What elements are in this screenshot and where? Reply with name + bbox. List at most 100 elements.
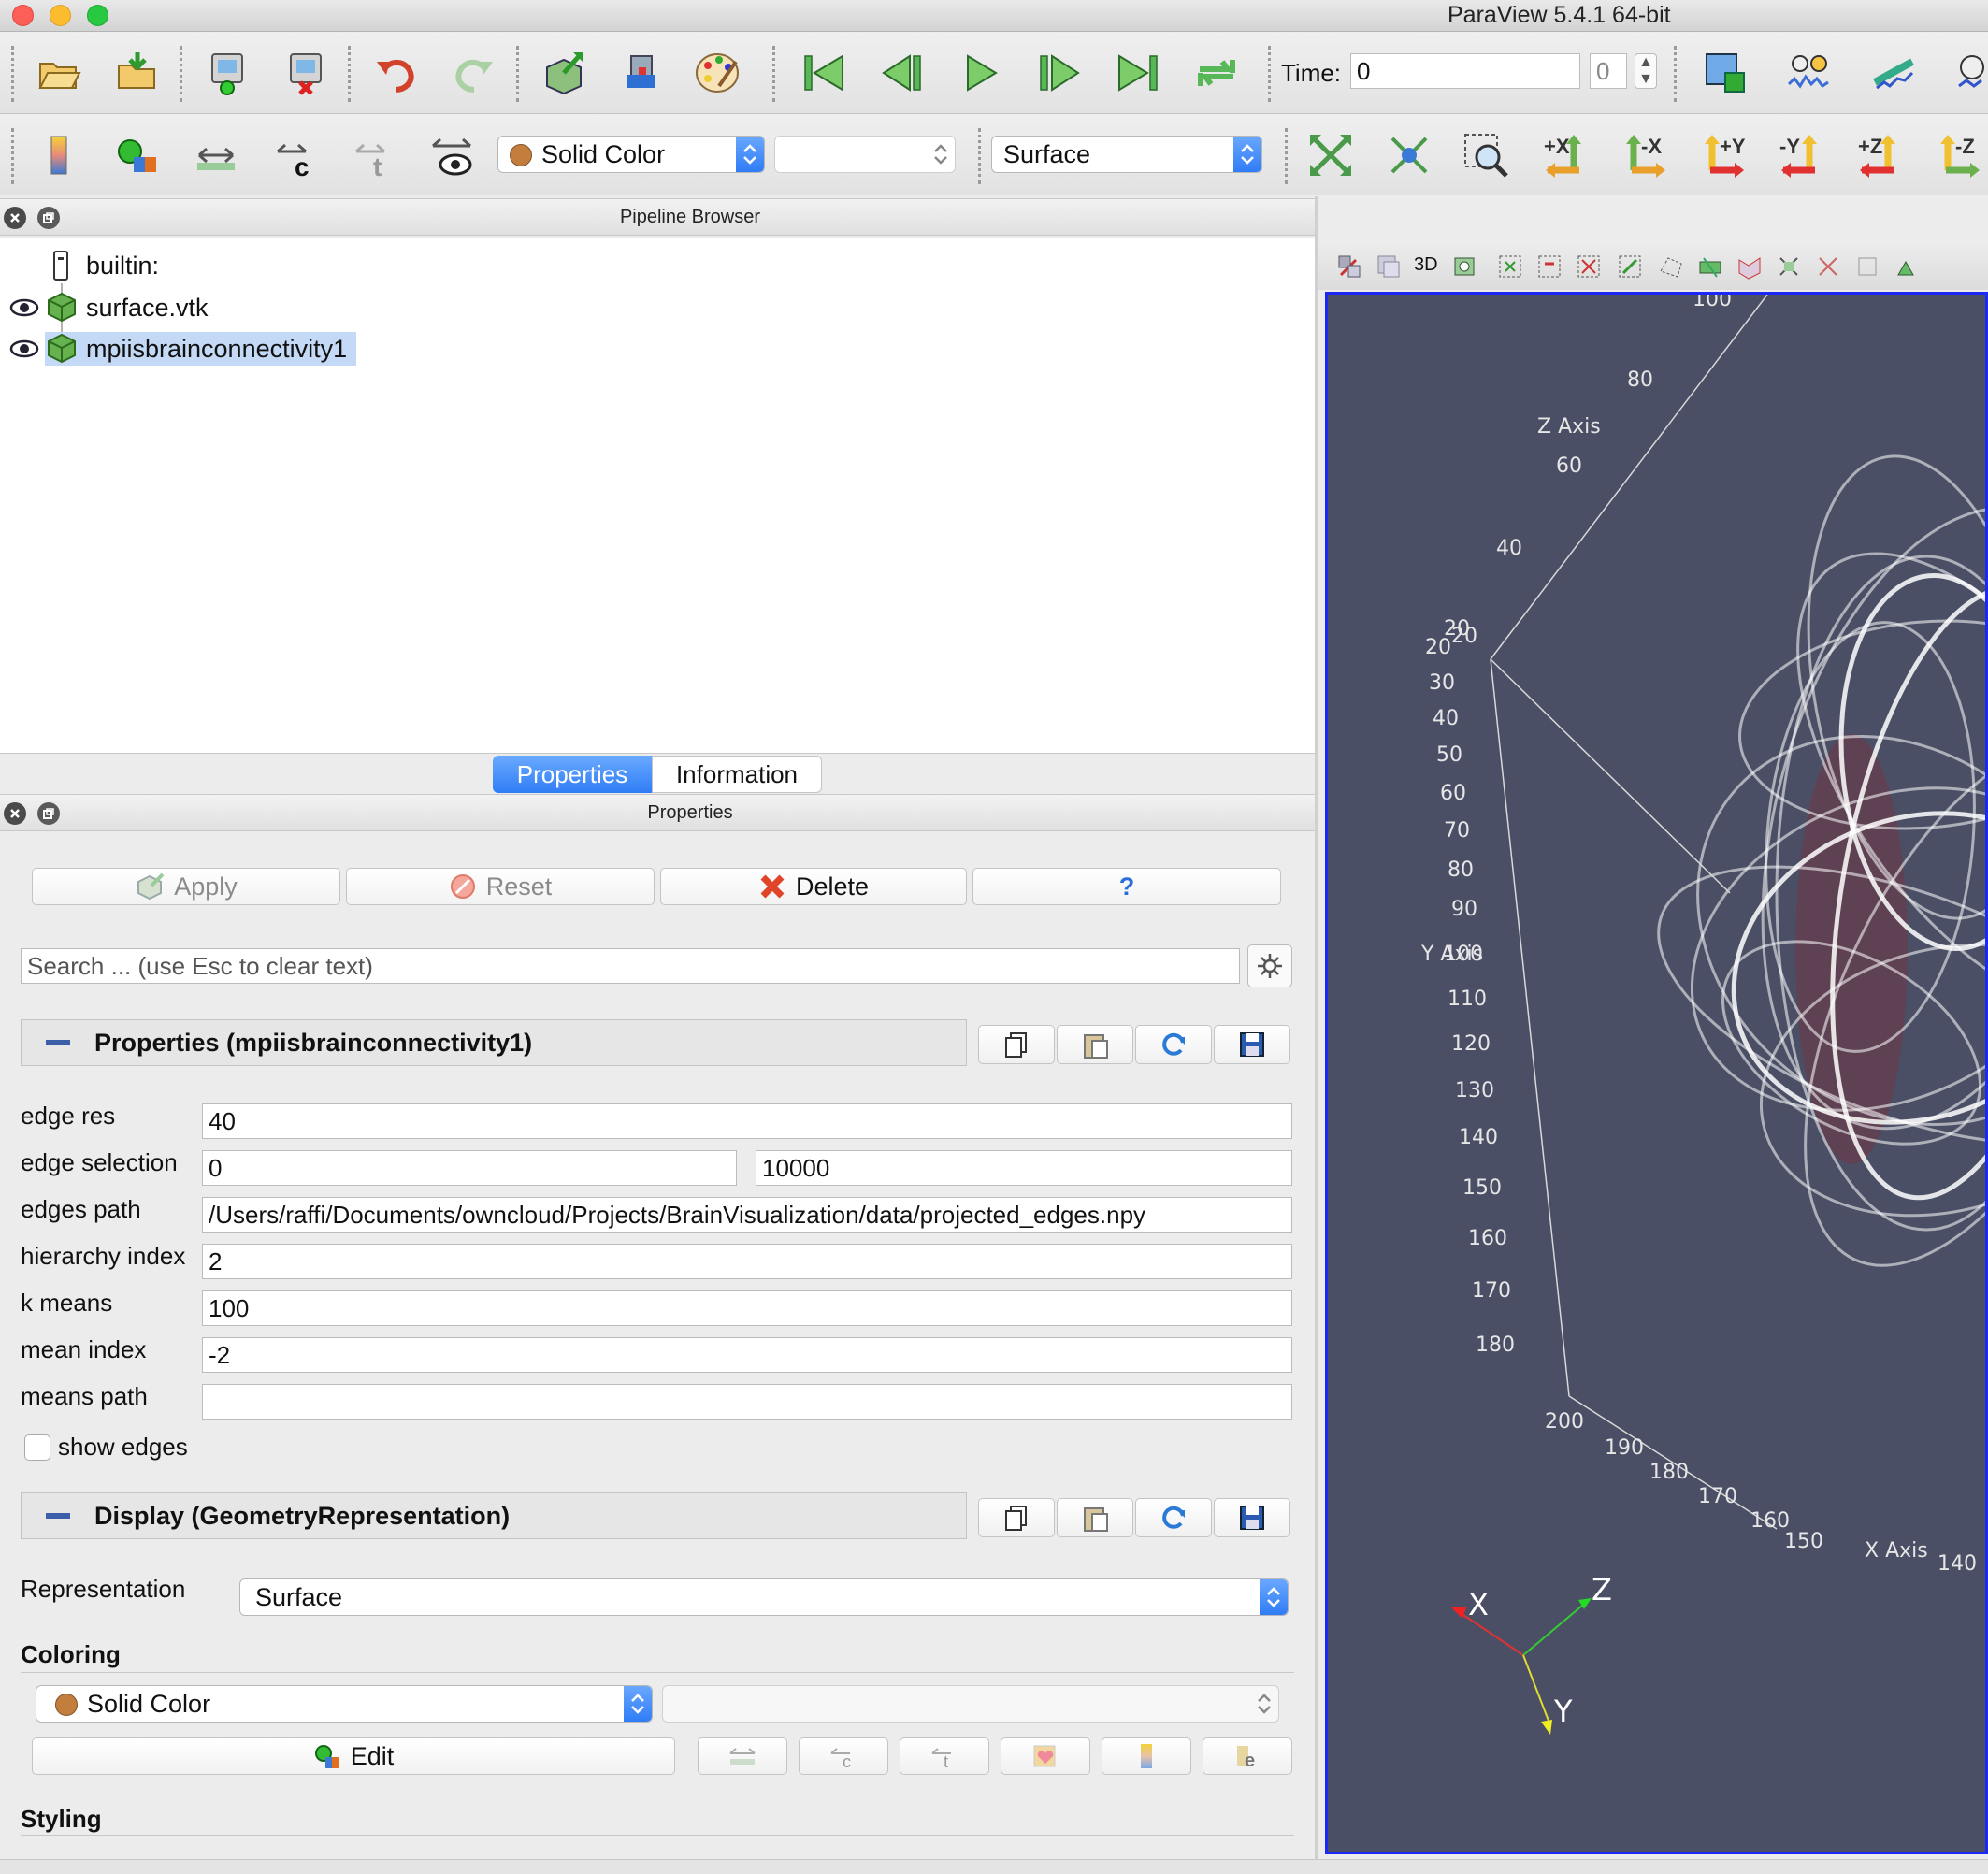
camera-minus-y-icon[interactable]: -Y xyxy=(1775,128,1829,182)
edges-path-field[interactable]: /Users/raffi/Documents/owncloud/Projects… xyxy=(202,1197,1292,1233)
toggle-3d-button[interactable]: 3D xyxy=(1414,254,1438,276)
delete-button[interactable]: Delete xyxy=(660,868,967,905)
visibility-eye-icon[interactable] xyxy=(9,296,39,319)
zoom-window-button[interactable] xyxy=(87,5,108,26)
play-icon[interactable] xyxy=(954,46,1008,100)
rescale-visible-range-icon[interactable] xyxy=(425,128,479,182)
toggle-color-legend-button[interactable] xyxy=(1102,1737,1191,1775)
representation-select[interactable]: Surface xyxy=(239,1578,1289,1616)
select-polygon-points-icon[interactable] xyxy=(1696,252,1724,281)
edge-res-field[interactable]: 40 xyxy=(202,1103,1292,1139)
split-view-icon[interactable] xyxy=(1335,252,1363,281)
save-defaults-button[interactable] xyxy=(1214,1025,1290,1064)
tab-information[interactable]: Information xyxy=(652,756,822,793)
favorite-preset-button[interactable] xyxy=(1001,1737,1090,1775)
hover-cells-icon[interactable] xyxy=(1853,252,1881,281)
first-frame-icon[interactable] xyxy=(797,46,851,100)
camera-undo-icon[interactable] xyxy=(1451,252,1479,281)
rescale-range-button[interactable] xyxy=(698,1737,787,1775)
select-cells-through-icon[interactable] xyxy=(1575,252,1603,281)
coloring-select[interactable]: Solid Color xyxy=(36,1685,653,1723)
toolbar-grip[interactable] xyxy=(772,46,776,102)
toolbar-grip[interactable] xyxy=(348,46,352,102)
select-points-through-icon[interactable] xyxy=(1616,252,1644,281)
panel-splitter[interactable] xyxy=(1315,196,1318,1859)
camera-minus-x-icon[interactable]: -X xyxy=(1618,128,1672,182)
undo-icon[interactable] xyxy=(368,46,423,100)
select-polygon-cells-icon[interactable] xyxy=(1657,252,1685,281)
loop-icon[interactable] xyxy=(1189,46,1244,100)
open-file-icon[interactable] xyxy=(32,46,86,100)
color-palette-icon[interactable] xyxy=(690,46,744,100)
toolbar-grip[interactable] xyxy=(978,128,982,184)
save-display-defaults-button[interactable] xyxy=(1214,1498,1290,1537)
toolbar-grip[interactable] xyxy=(1268,46,1272,102)
show-edges-checkbox[interactable] xyxy=(24,1434,50,1461)
edge-selection-max-field[interactable]: 10000 xyxy=(756,1150,1292,1186)
load-state-icon[interactable] xyxy=(110,46,165,100)
pipeline-item-surface-vtk[interactable]: surface.vtk xyxy=(45,291,209,323)
zoom-to-data-icon[interactable] xyxy=(1382,128,1436,182)
reset-button[interactable]: Reset xyxy=(346,868,655,905)
select-cells-on-icon[interactable] xyxy=(1496,252,1524,281)
camera-plus-y-icon[interactable]: +Y xyxy=(1696,128,1750,182)
render-view[interactable]: Z Axis 100 80 60 40 20 Y Axis 20 30 40 5… xyxy=(1325,292,1988,1854)
component-combo[interactable] xyxy=(774,136,956,173)
select-points-on-icon[interactable] xyxy=(1535,252,1563,281)
collapse-section-icon[interactable] xyxy=(46,1513,70,1519)
apply-button[interactable]: Apply xyxy=(32,868,340,905)
camera-minus-z-icon[interactable]: -Z xyxy=(1932,128,1986,182)
toolbar-grip[interactable] xyxy=(11,128,15,184)
toolbar-grip[interactable] xyxy=(516,46,520,102)
pipeline-item-builtin[interactable]: builtin: xyxy=(49,250,159,281)
toolbar-grip[interactable] xyxy=(11,46,15,102)
close-window-button[interactable] xyxy=(12,5,34,26)
toolbar-grip[interactable] xyxy=(1285,128,1289,184)
capture-screenshot-icon[interactable] xyxy=(1375,252,1403,281)
representation-combo[interactable]: Surface xyxy=(991,136,1262,173)
last-frame-icon[interactable] xyxy=(1111,46,1165,100)
edit-color-map-button[interactable]: Edit xyxy=(32,1737,675,1775)
minimize-window-button[interactable] xyxy=(50,5,71,26)
means-path-field[interactable] xyxy=(202,1384,1292,1420)
edge-selection-min-field[interactable]: 0 xyxy=(202,1150,737,1186)
interactive-select-cells-icon[interactable] xyxy=(1736,252,1764,281)
find-data-icon[interactable] xyxy=(615,46,670,100)
rescale-temporal-button[interactable]: t xyxy=(900,1737,989,1775)
paste-display-button[interactable] xyxy=(1057,1498,1133,1537)
previous-frame-icon[interactable] xyxy=(875,46,929,100)
visibility-eye-icon[interactable] xyxy=(9,338,39,360)
hover-points-icon[interactable] xyxy=(1814,252,1842,281)
grow-selection-icon[interactable] xyxy=(1893,252,1921,281)
python-shell-icon[interactable] xyxy=(1951,46,1988,100)
time-step-spinner[interactable]: ▲ ▼ xyxy=(1635,53,1657,89)
next-frame-icon[interactable] xyxy=(1032,46,1087,100)
connect-icon[interactable] xyxy=(200,46,254,100)
time-step-input[interactable]: 0 xyxy=(1590,53,1627,89)
hierarchy-index-field[interactable]: 2 xyxy=(202,1244,1292,1279)
time-input[interactable]: 0 xyxy=(1350,53,1580,89)
memory-inspector-icon[interactable] xyxy=(1782,46,1837,100)
rescale-temporal-range-icon[interactable]: t xyxy=(346,128,400,182)
pipeline-item-mpiisbrainconnectivity1[interactable]: mpiisbrainconnectivity1 xyxy=(45,332,357,366)
paste-properties-button[interactable] xyxy=(1057,1025,1133,1064)
help-button[interactable]: ? xyxy=(972,868,1281,905)
rescale-custom-range-icon[interactable]: c xyxy=(267,128,322,182)
reset-camera-icon[interactable] xyxy=(1304,128,1358,182)
color-by-combo[interactable]: Solid Color xyxy=(497,136,765,173)
reset-camera-source-icon[interactable] xyxy=(537,46,591,100)
edit-color-map-icon[interactable] xyxy=(110,128,165,182)
collapse-section-icon[interactable] xyxy=(46,1040,70,1045)
search-input[interactable]: Search ... (use Esc to clear text) xyxy=(21,948,1240,984)
display-section-header[interactable]: Display (GeometryRepresentation) xyxy=(21,1492,967,1539)
render-view-options-icon[interactable] xyxy=(1698,46,1752,100)
toolbar-grip[interactable] xyxy=(1674,46,1678,102)
rescale-data-range-icon[interactable] xyxy=(189,128,243,182)
copy-display-button[interactable] xyxy=(978,1498,1055,1537)
restore-display-defaults-button[interactable] xyxy=(1135,1498,1212,1537)
copy-properties-button[interactable] xyxy=(978,1025,1055,1064)
restore-defaults-button[interactable] xyxy=(1135,1025,1212,1064)
coloring-component-select[interactable] xyxy=(662,1685,1279,1723)
camera-plus-z-icon[interactable]: +Z xyxy=(1853,128,1908,182)
k-means-field[interactable]: 100 xyxy=(202,1290,1292,1326)
